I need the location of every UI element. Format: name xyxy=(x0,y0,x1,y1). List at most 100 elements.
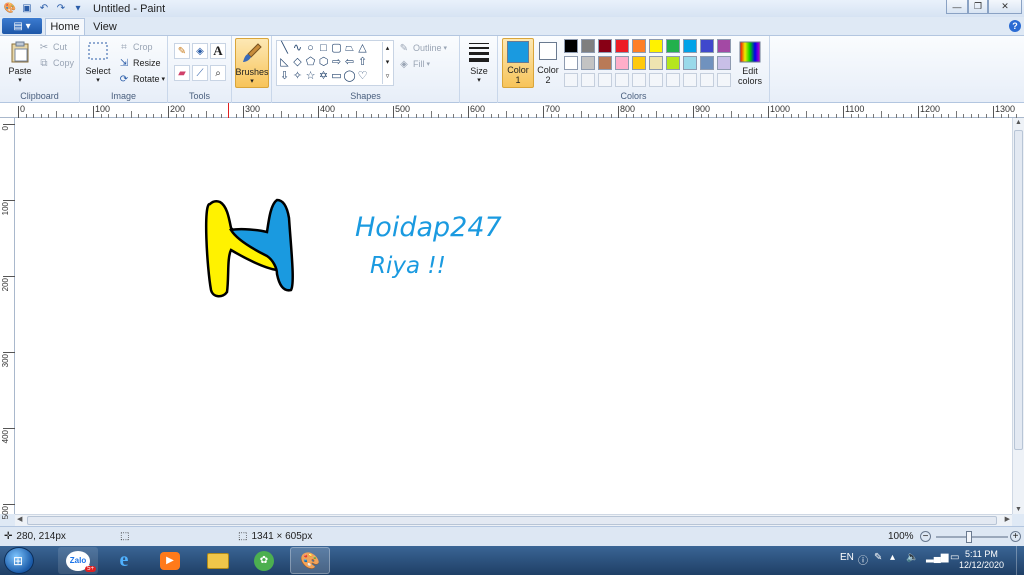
taskbar-file-explorer[interactable] xyxy=(198,547,238,574)
palette-custom-slot[interactable] xyxy=(598,73,612,87)
pentagon-shape-icon[interactable]: ⬠ xyxy=(304,56,317,69)
five-point-star-shape-icon[interactable]: ☆ xyxy=(304,70,317,83)
palette-swatch[interactable] xyxy=(649,56,663,70)
scroll-right-arrow-icon[interactable]: ▶ xyxy=(1005,515,1010,523)
resize-button[interactable]: ⇲ Resize xyxy=(118,56,161,70)
close-button[interactable]: ✕ xyxy=(988,0,1022,14)
show-hidden-icons-icon[interactable]: ▴ xyxy=(890,552,895,563)
rectangle-shape-icon[interactable]: □ xyxy=(317,42,330,55)
palette-swatch[interactable] xyxy=(683,39,697,53)
palette-custom-slot[interactable] xyxy=(700,73,714,87)
palette-swatch[interactable] xyxy=(564,56,578,70)
start-button[interactable]: ⊞ xyxy=(4,547,34,574)
palette-swatch[interactable] xyxy=(581,56,595,70)
zoom-slider-track[interactable] xyxy=(936,536,1008,538)
minimize-button[interactable]: — xyxy=(946,0,968,14)
callout-oval-shape-icon[interactable]: ◯ xyxy=(343,70,356,83)
callout-rect-shape-icon[interactable]: ▭ xyxy=(330,70,343,83)
size-button[interactable]: Size ▾ xyxy=(464,40,494,84)
shapes-scroll-icon[interactable]: ▴ ▾ ▿ xyxy=(382,42,392,84)
taskbar-paint[interactable]: 🎨 xyxy=(290,547,330,574)
tab-home[interactable]: Home xyxy=(45,18,85,35)
rotate-button[interactable]: ⟳ Rotate ▾ xyxy=(118,72,165,86)
palette-swatch[interactable] xyxy=(666,56,680,70)
heart-shape-icon[interactable]: ♡ xyxy=(356,70,369,83)
taskbar-internet-explorer[interactable]: e xyxy=(104,547,144,574)
palette-custom-slot[interactable] xyxy=(666,73,680,87)
scroll-down-arrow-icon[interactable]: ▼ xyxy=(1015,506,1022,513)
palette-custom-slot[interactable] xyxy=(564,73,578,87)
language-indicator[interactable]: EN xyxy=(840,552,854,563)
pencil-tool[interactable]: ✎ xyxy=(174,43,190,59)
copy-button[interactable]: ⧉ Copy xyxy=(38,56,74,70)
taskbar-media-player[interactable]: ▶ xyxy=(150,547,190,574)
edit-colors-button[interactable]: Edit colors xyxy=(734,40,766,86)
palette-swatch[interactable] xyxy=(581,39,595,53)
drawing-canvas[interactable]: Hoidap247 Riya !! xyxy=(15,118,1012,514)
line-shape-icon[interactable]: ╲ xyxy=(278,42,291,55)
scroll-left-arrow-icon[interactable]: ◀ xyxy=(17,515,22,523)
palette-swatch[interactable] xyxy=(615,56,629,70)
undo-icon[interactable]: ↶ xyxy=(37,2,51,15)
palette-swatch[interactable] xyxy=(632,56,646,70)
shapes-gallery[interactable]: ╲ ∿ ○ □ ▢ ⏢ △ ◺ ◇ ⬠ ⬡ ⇨ ⇦ ⇧ ⇩ ✧ ☆ ✡ ▭ ◯ … xyxy=(276,40,394,86)
color2-button[interactable]: Color 2 xyxy=(536,40,560,85)
hexagon-shape-icon[interactable]: ⬡ xyxy=(317,56,330,69)
palette-swatch[interactable] xyxy=(564,39,578,53)
zoom-slider-thumb[interactable] xyxy=(966,531,972,543)
tab-view[interactable]: View xyxy=(88,18,122,35)
right-triangle-shape-icon[interactable]: ◺ xyxy=(278,56,291,69)
palette-custom-slot[interactable] xyxy=(683,73,697,87)
palette-custom-slot[interactable] xyxy=(581,73,595,87)
palette-swatch[interactable] xyxy=(700,56,714,70)
curve-shape-icon[interactable]: ∿ xyxy=(291,42,304,55)
horizontal-scrollbar[interactable]: ◀ ▶ xyxy=(15,514,1012,526)
cut-button[interactable]: ✂ Cut xyxy=(38,40,67,54)
select-button[interactable]: Select ▾ xyxy=(84,40,112,84)
zoom-out-button[interactable]: − xyxy=(920,531,931,542)
color1-button[interactable]: Color 1 xyxy=(502,38,534,88)
help-icon[interactable]: ? xyxy=(1009,20,1021,32)
vertical-scroll-thumb[interactable] xyxy=(1014,130,1023,450)
palette-custom-slot[interactable] xyxy=(717,73,731,87)
palette-custom-slot[interactable] xyxy=(615,73,629,87)
paste-button[interactable]: Paste ▾ xyxy=(6,40,34,84)
eraser-tool[interactable]: ▰ xyxy=(174,65,190,81)
system-clock[interactable]: 5:11 PM 12/12/2020 xyxy=(959,549,1004,571)
six-point-star-shape-icon[interactable]: ✡ xyxy=(317,70,330,83)
vertical-scrollbar[interactable]: ▲ ▼ xyxy=(1012,118,1024,514)
palette-swatch[interactable] xyxy=(632,39,646,53)
scroll-up-arrow-icon[interactable]: ▲ xyxy=(1015,119,1022,126)
volume-icon[interactable]: 🔈 xyxy=(906,552,918,563)
crop-button[interactable]: ⌗ Crop xyxy=(118,40,152,54)
paint-app-icon[interactable]: 🎨 xyxy=(3,2,17,15)
palette-swatch[interactable] xyxy=(683,56,697,70)
outline-button[interactable]: ✎ Outline ▾ xyxy=(398,41,447,55)
paint-menu-button[interactable]: ▤ ▾ xyxy=(2,18,42,34)
magnifier-tool[interactable]: ⌕ xyxy=(210,65,226,81)
maximize-button[interactable]: ❐ xyxy=(968,0,988,14)
left-arrow-shape-icon[interactable]: ⇦ xyxy=(343,56,356,69)
four-point-star-shape-icon[interactable]: ✧ xyxy=(291,70,304,83)
quick-access-dropdown-icon[interactable]: ▾ xyxy=(71,2,85,15)
help-tray-icon[interactable]: ⓘ xyxy=(858,552,868,567)
palette-swatch[interactable] xyxy=(649,39,663,53)
save-icon[interactable]: ▣ xyxy=(20,2,34,15)
palette-swatch[interactable] xyxy=(666,39,680,53)
zoom-in-button[interactable]: + xyxy=(1010,531,1021,542)
palette-swatch[interactable] xyxy=(615,39,629,53)
taskbar-zalo[interactable]: Zalo 5+ xyxy=(58,547,98,574)
redo-icon[interactable]: ↷ xyxy=(54,2,68,15)
palette-swatch[interactable] xyxy=(717,39,731,53)
palette-custom-slot[interactable] xyxy=(649,73,663,87)
fill-button[interactable]: ◈ Fill ▾ xyxy=(398,57,430,71)
text-tool[interactable]: A xyxy=(210,43,226,59)
up-arrow-shape-icon[interactable]: ⇧ xyxy=(356,56,369,69)
taskbar-app[interactable]: ✿ xyxy=(244,547,284,574)
rounded-rectangle-shape-icon[interactable]: ▢ xyxy=(330,42,343,55)
right-arrow-shape-icon[interactable]: ⇨ xyxy=(330,56,343,69)
palette-swatch[interactable] xyxy=(717,56,731,70)
palette-swatch[interactable] xyxy=(598,56,612,70)
triangle-shape-icon[interactable]: △ xyxy=(356,42,369,55)
palette-swatch[interactable] xyxy=(700,39,714,53)
